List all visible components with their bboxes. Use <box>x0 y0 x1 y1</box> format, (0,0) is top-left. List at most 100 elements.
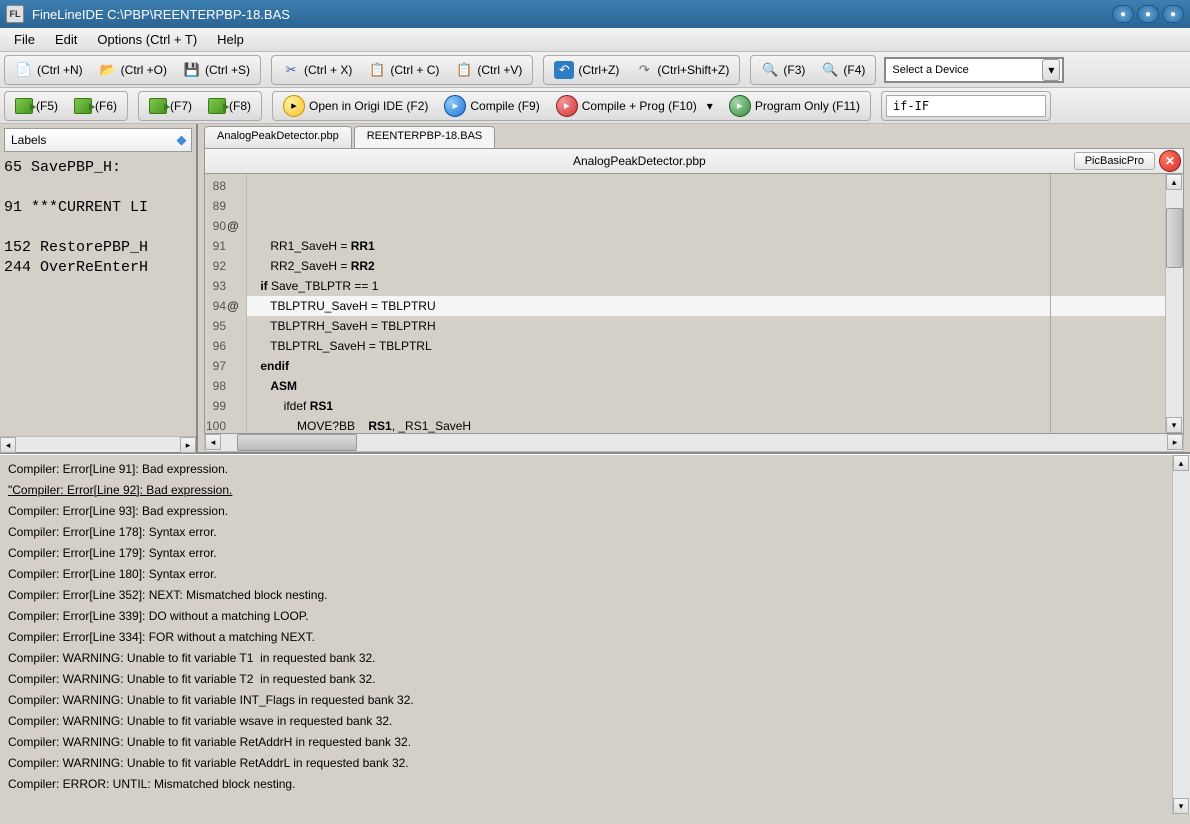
language-selector[interactable]: PicBasicPro <box>1074 152 1155 170</box>
scroll-track[interactable] <box>221 434 1167 451</box>
output-line[interactable]: Compiler: WARNING: Unable to fit variabl… <box>8 753 1164 774</box>
maximize-button[interactable]: ● <box>1137 5 1159 23</box>
output-line[interactable]: Compiler: WARNING: Unable to fit variabl… <box>8 711 1164 732</box>
f6-label: (F6) <box>95 99 117 113</box>
menu-file[interactable]: File <box>4 28 45 51</box>
open-origi-button[interactable]: ▸Open in Origi IDE (F2) <box>277 93 434 119</box>
cut-button[interactable]: ✂(Ctrl + X) <box>276 59 358 81</box>
minimize-button[interactable]: ● <box>1112 5 1134 23</box>
scroll-right-icon[interactable]: ▸ <box>180 437 196 453</box>
paste-button[interactable]: 📋(Ctrl +V) <box>449 59 528 81</box>
undo-icon: ↶ <box>554 61 574 79</box>
device-dropdown[interactable]: ▾ <box>1042 59 1060 81</box>
editor-body: 888990@91929394@9596979899100 RR1_SaveH … <box>204 174 1184 434</box>
editor-hscroll[interactable]: ◂ ▸ <box>204 434 1184 452</box>
compile-prog-button[interactable]: ▸Compile + Prog (F10)▾ <box>550 93 719 119</box>
output-line[interactable]: Compiler: Error[Line 180]: Syntax error. <box>8 564 1164 585</box>
output-vscroll[interactable]: ▴ ▾ <box>1172 455 1190 814</box>
output-panel: Compiler: Error[Line 91]: Bad expression… <box>0 454 1190 814</box>
scroll-thumb[interactable] <box>237 434 357 451</box>
scroll-track[interactable] <box>1166 190 1183 417</box>
scroll-track[interactable] <box>16 437 180 452</box>
titlebar: FL FineLineIDE C:\PBP\REENTERPBP-18.BAS … <box>0 0 1190 28</box>
menu-options[interactable]: Options (Ctrl + T) <box>87 28 207 51</box>
redo-button[interactable]: ↷(Ctrl+Shift+Z) <box>629 59 735 81</box>
redo-label: (Ctrl+Shift+Z) <box>657 63 729 77</box>
copy-button[interactable]: 📋(Ctrl + C) <box>362 59 445 81</box>
line-gutter: 888990@91929394@9596979899100 <box>205 174 247 433</box>
f8-button[interactable]: (F8) <box>202 96 257 116</box>
editor-vscroll[interactable]: ▴ ▾ <box>1165 174 1183 433</box>
output-line[interactable]: Compiler: Error[Line 93]: Bad expression… <box>8 501 1164 522</box>
compile-icon: ▸ <box>444 95 466 117</box>
output-line[interactable]: Compiler: WARNING: Unable to fit variabl… <box>8 669 1164 690</box>
compile-label: Compile (F9) <box>470 99 539 113</box>
open-icon: 📂 <box>99 61 117 79</box>
paste-icon: 📋 <box>455 61 473 79</box>
new-button[interactable]: 📄(Ctrl +N) <box>9 59 89 81</box>
program-only-button[interactable]: ▸Program Only (F11) <box>723 93 866 119</box>
editor-title: AnalogPeakDetector.pbp <box>205 154 1074 168</box>
output-line[interactable]: Compiler: Error[Line 339]: DO without a … <box>8 606 1164 627</box>
save-button[interactable]: 💾(Ctrl +S) <box>177 59 256 81</box>
undo-button[interactable]: ↶ (Ctrl+Z) <box>548 59 625 81</box>
toolbar-1: 📄(Ctrl +N) 📂(Ctrl +O) 💾(Ctrl +S) ✂(Ctrl … <box>0 52 1190 88</box>
findreplace-button[interactable]: 🔍(F4) <box>815 59 871 81</box>
sidebar-labels-list[interactable]: 65 SavePBP_H: 91 ***CURRENT LI 152 Resto… <box>0 156 196 436</box>
output-line[interactable]: Compiler: WARNING: Unable to fit variabl… <box>8 690 1164 711</box>
editor-tab[interactable]: AnalogPeakDetector.pbp <box>204 126 352 148</box>
find-button[interactable]: 🔍(F3) <box>755 59 811 81</box>
editor-tabs: AnalogPeakDetector.pbpREENTERPBP-18.BAS <box>198 124 1190 148</box>
compiler-output[interactable]: Compiler: Error[Line 91]: Bad expression… <box>0 455 1172 814</box>
undo-label: (Ctrl+Z) <box>578 63 619 77</box>
f5-icon <box>15 98 33 114</box>
output-line[interactable]: Compiler: WARNING: Unable to fit variabl… <box>8 648 1164 669</box>
device-selector[interactable]: ▾ <box>884 57 1064 83</box>
output-line[interactable]: Compiler: WARNING: Unable to fit variabl… <box>8 732 1164 753</box>
sidebar-mode-selector[interactable]: ◆ <box>4 128 192 152</box>
sidebar-mode-dropdown[interactable]: ◆ <box>172 129 191 151</box>
output-line[interactable]: Compiler: Error[Line 91]: Bad expression… <box>8 459 1164 480</box>
snippet-input[interactable] <box>886 95 1046 117</box>
close-button[interactable]: ● <box>1162 5 1184 23</box>
findreplace-label: (F4) <box>843 63 865 77</box>
f8-icon <box>208 98 226 114</box>
scroll-left-icon[interactable]: ◂ <box>205 434 221 450</box>
compile-prog-icon: ▸ <box>556 95 578 117</box>
output-line[interactable]: Compiler: Error[Line 352]: NEXT: Mismatc… <box>8 585 1164 606</box>
menu-edit[interactable]: Edit <box>45 28 87 51</box>
chevron-down-icon[interactable]: ▾ <box>707 99 713 113</box>
device-input[interactable] <box>886 64 1040 76</box>
menu-help[interactable]: Help <box>207 28 254 51</box>
code-editor[interactable]: RR1_SaveH = RR1 RR2_SaveH = RR2 if Save_… <box>247 174 1165 433</box>
print-margin-ruler <box>1050 174 1051 433</box>
scroll-up-icon[interactable]: ▴ <box>1173 455 1189 471</box>
cut-icon: ✂ <box>282 61 300 79</box>
f5-button[interactable]: (F5) <box>9 96 64 116</box>
f7-label: (F7) <box>170 99 192 113</box>
f6-icon <box>74 98 92 114</box>
sidebar-mode-input[interactable] <box>5 129 172 151</box>
sidebar-hscroll[interactable]: ◂ ▸ <box>0 436 196 452</box>
scroll-up-icon[interactable]: ▴ <box>1166 174 1182 190</box>
output-line[interactable]: Compiler: Error[Line 334]: FOR without a… <box>8 627 1164 648</box>
scroll-down-icon[interactable]: ▾ <box>1173 798 1189 814</box>
editor-tab[interactable]: REENTERPBP-18.BAS <box>354 126 496 148</box>
close-tab-button[interactable]: ✕ <box>1159 150 1181 172</box>
scroll-left-icon[interactable]: ◂ <box>0 437 16 453</box>
f6-button[interactable]: (F6) <box>68 96 123 116</box>
open-button[interactable]: 📂(Ctrl +O) <box>93 59 173 81</box>
compile-button[interactable]: ▸ Compile (F9) <box>438 93 545 119</box>
scroll-track[interactable] <box>1173 471 1190 798</box>
origi-label: Open in Origi IDE (F2) <box>309 99 428 113</box>
f7-button[interactable]: (F7) <box>143 96 198 116</box>
output-line[interactable]: "Compiler: Error[Line 92]: Bad expressio… <box>8 480 1164 501</box>
scroll-thumb[interactable] <box>1166 208 1183 268</box>
program-icon: ▸ <box>729 95 751 117</box>
output-line[interactable]: Compiler: Error[Line 179]: Syntax error. <box>8 543 1164 564</box>
scroll-right-icon[interactable]: ▸ <box>1167 434 1183 450</box>
scroll-down-icon[interactable]: ▾ <box>1166 417 1182 433</box>
output-line[interactable]: Compiler: Error[Line 178]: Syntax error. <box>8 522 1164 543</box>
f8-label: (F8) <box>229 99 251 113</box>
output-line[interactable]: Compiler: ERROR: UNTIL: Mismatched block… <box>8 774 1164 795</box>
